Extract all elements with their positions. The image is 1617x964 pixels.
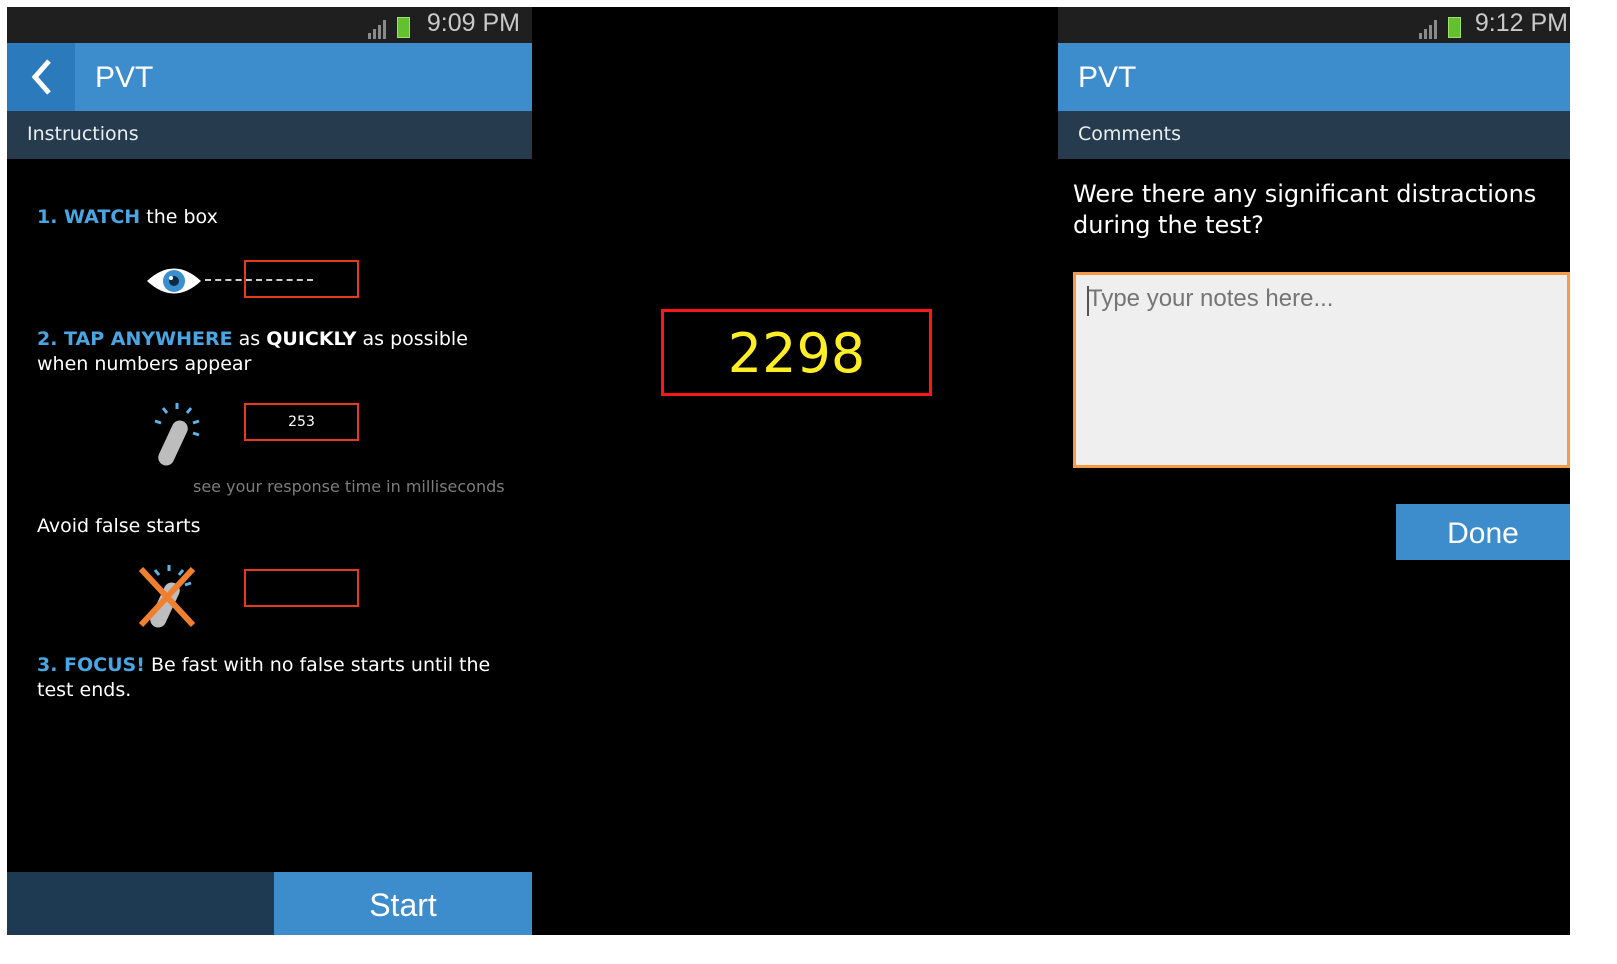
step-3-keyword: 3. FOCUS! xyxy=(37,654,145,676)
step-1-text: 1. WATCH the box xyxy=(37,205,218,230)
step-1-rest: the box xyxy=(140,206,218,228)
watch-box xyxy=(244,260,359,298)
signal-icon xyxy=(368,20,386,39)
text-cursor xyxy=(1087,286,1089,316)
battery-icon xyxy=(1448,17,1461,38)
notes-input[interactable] xyxy=(1073,272,1570,468)
avoid-false-starts-label: Avoid false starts xyxy=(37,515,201,537)
status-bar: 9:12 PM xyxy=(1058,7,1570,43)
back-button[interactable] xyxy=(7,43,75,111)
sample-response-box: 253 xyxy=(244,403,359,441)
step-1-keyword: 1. WATCH xyxy=(37,206,141,228)
response-time-caption: see your response time in milliseconds xyxy=(193,477,505,496)
step-2-bold: QUICKLY xyxy=(266,328,357,350)
section-title: Comments xyxy=(1078,123,1181,145)
comments-screen: 9:12 PM PVT Comments Were there any sign… xyxy=(1058,7,1570,935)
back-arrow-icon xyxy=(31,59,51,95)
step-2-keyword: 2. TAP ANYWHERE xyxy=(37,328,233,350)
step-2-mid: as xyxy=(232,328,267,350)
signal-icon xyxy=(1419,20,1437,39)
tap-finger-icon xyxy=(154,403,200,466)
test-screen[interactable]: 2298 xyxy=(532,7,1058,935)
section-header: Instructions xyxy=(7,111,532,159)
start-button[interactable]: Start xyxy=(274,872,532,935)
instructions-screen: 9:09 PM PVT Instructions 1. WATCH the bo… xyxy=(7,7,532,935)
step-3-text: 3. FOCUS! Be fast with no false starts u… xyxy=(37,653,512,703)
status-bar: 9:09 PM xyxy=(7,7,532,43)
section-title: Instructions xyxy=(27,123,139,145)
false-start-box xyxy=(244,569,359,607)
battery-icon xyxy=(397,17,410,38)
no-tap-icon xyxy=(138,565,196,628)
app-title: PVT xyxy=(95,61,154,94)
app-bar: PVT xyxy=(1058,43,1570,111)
status-time: 9:09 PM xyxy=(426,9,520,37)
step-2-text: 2. TAP ANYWHERE as QUICKLY as possible w… xyxy=(37,327,512,377)
stimulus-counter: 2298 xyxy=(661,309,932,396)
app-bar: PVT xyxy=(7,43,532,111)
app-title: PVT xyxy=(1078,61,1137,94)
eye-icon xyxy=(147,268,201,294)
distraction-question: Were there any significant distractions … xyxy=(1073,180,1537,239)
section-header: Comments xyxy=(1058,111,1570,159)
done-button[interactable]: Done xyxy=(1396,504,1570,560)
status-time: 9:12 PM xyxy=(1474,9,1568,37)
